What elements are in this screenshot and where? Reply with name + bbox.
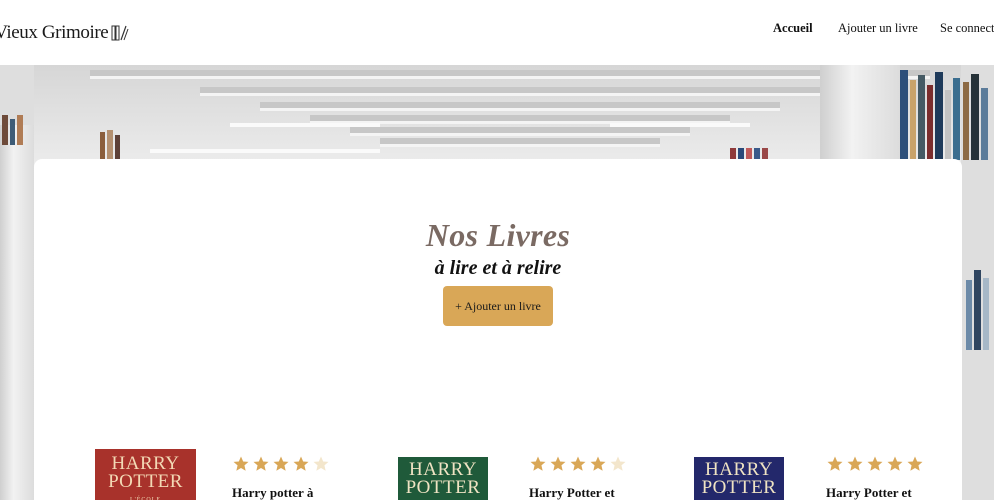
star-empty-icon — [313, 456, 329, 471]
nav-link-se-connecter[interactable]: Se connecte — [940, 21, 994, 36]
star-rating — [529, 455, 627, 473]
star-filled-icon — [293, 456, 309, 471]
star-filled-icon — [867, 456, 883, 471]
cover-line: POTTER — [701, 477, 777, 498]
star-filled-icon — [530, 456, 546, 471]
book-cover[interactable]: HARRY POTTER — [694, 457, 784, 500]
book-title[interactable]: Harry potter à — [232, 485, 313, 500]
star-filled-icon — [233, 456, 249, 471]
star-rating — [232, 455, 330, 473]
star-filled-icon — [907, 456, 923, 471]
cover-line: POTTER — [405, 477, 481, 498]
book-title[interactable]: Harry Potter et — [826, 485, 912, 500]
star-filled-icon — [827, 456, 843, 471]
book-cover[interactable]: HARRY POTTER L'ÉCOLE — [95, 449, 196, 500]
main-nav: Accueil Ajouter un livre Se connecte — [0, 21, 994, 39]
star-filled-icon — [550, 456, 566, 471]
cover-line: L'ÉCOLE — [129, 497, 162, 500]
star-filled-icon — [847, 456, 863, 471]
star-filled-icon — [253, 456, 269, 471]
book-title[interactable]: Harry Potter et — [529, 485, 615, 500]
nav-link-ajouter-livre[interactable]: Ajouter un livre — [838, 21, 918, 36]
star-filled-icon — [887, 456, 903, 471]
star-filled-icon — [570, 456, 586, 471]
nav-link-accueil[interactable]: Accueil — [773, 21, 813, 36]
book-card[interactable]: HARRY POTTER Harry Potter et — [398, 447, 638, 500]
cover-line: POTTER — [108, 471, 183, 492]
book-card[interactable]: HARRY POTTER L'ÉCOLE Harry potter à — [95, 447, 335, 500]
star-empty-icon — [610, 456, 626, 471]
page-title: Nos Livres — [425, 217, 571, 253]
page-subtitle: à lire et à relire — [434, 257, 562, 279]
book-cover[interactable]: HARRY POTTER — [398, 457, 488, 500]
star-filled-icon — [590, 456, 606, 471]
star-rating — [826, 455, 924, 473]
book-card[interactable]: HARRY POTTER Harry Potter et — [694, 447, 934, 500]
site-header: on Vieux Grimoire Accueil Ajouter un liv… — [0, 0, 994, 65]
star-filled-icon — [273, 456, 289, 471]
add-book-button[interactable]: + Ajouter un livre — [443, 286, 553, 326]
